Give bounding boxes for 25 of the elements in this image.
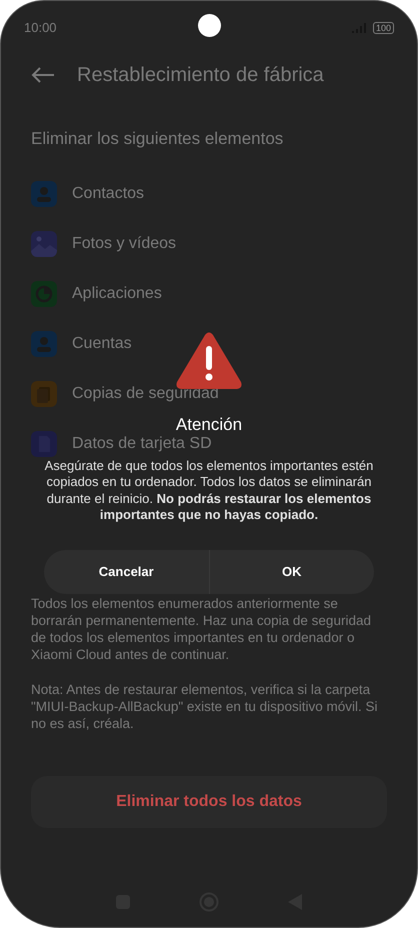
battery-icon: 100 bbox=[372, 22, 394, 34]
back-arrow-icon[interactable] bbox=[31, 67, 55, 83]
item-label: Contactos bbox=[72, 184, 144, 204]
dialog-title: Atención bbox=[176, 414, 242, 436]
image-icon bbox=[31, 231, 57, 257]
sd-card-icon bbox=[31, 431, 57, 457]
item-label: Copias de seguridad bbox=[72, 384, 219, 404]
ok-button[interactable]: OK bbox=[208, 550, 374, 594]
section-heading: Eliminar los siguientes elementos bbox=[31, 128, 284, 150]
item-label: Aplicaciones bbox=[72, 284, 162, 304]
dialog-message: Asegúrate de que todos los elementos importantes estén copiados en tu ordenador. Todos los datos se eliminarán durante el reinicio. No podrás restaurar los elementos importantes que no hayas copiado. bbox=[44, 458, 374, 524]
person-icon bbox=[31, 331, 57, 357]
cancel-button[interactable]: Cancelar bbox=[44, 550, 208, 594]
status-time: 10:00 bbox=[24, 19, 57, 38]
info-paragraph: Nota: Antes de restaurar elementos, verifica si la carpeta "MIUI-Backup-AllBackup" existe en tu dispositivo móvil. Si no es así, créala. bbox=[31, 681, 378, 732]
page-title: Restablecimiento de fábrica bbox=[77, 63, 324, 88]
warning-icon bbox=[175, 332, 243, 390]
camera-hole bbox=[198, 14, 221, 37]
pie-chart-icon bbox=[31, 281, 57, 307]
item-label: Fotos y vídeos bbox=[72, 234, 176, 254]
item-label: Datos de tarjeta SD bbox=[72, 434, 212, 454]
document-icon bbox=[31, 381, 57, 407]
item-label: Cuentas bbox=[72, 334, 132, 354]
person-icon bbox=[31, 181, 57, 207]
info-paragraph: Todos los elementos enumerados anteriormente se borrarán permanentemente. Haz una copia de seguridad de todos los elementos importantes en tu ordenador o Xiaomi Cloud antes de continuar. bbox=[31, 595, 372, 663]
